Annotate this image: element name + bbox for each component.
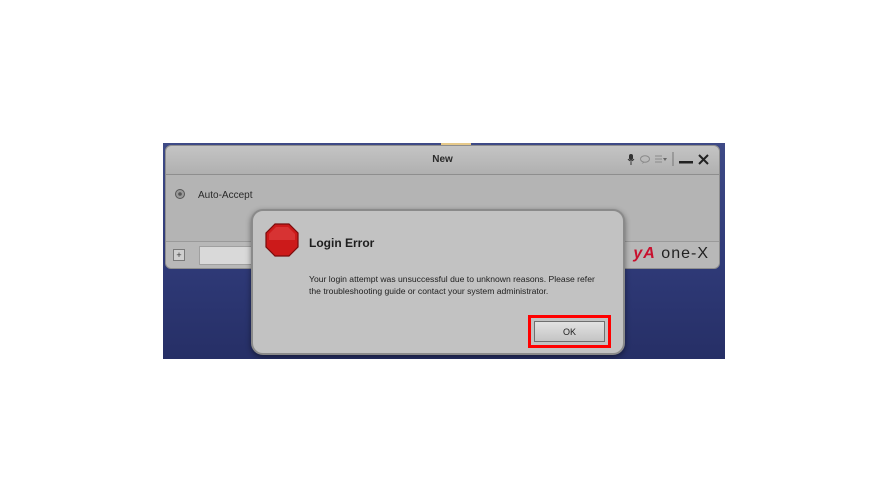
stop-icon <box>265 223 299 262</box>
dialog-message: Your login attempt was unsuccessful due … <box>309 274 595 296</box>
titlebar-controls <box>627 152 709 166</box>
minimize-icon[interactable] <box>679 154 693 164</box>
avaya-onex-logo: yA one-X <box>633 245 709 262</box>
add-button[interactable]: + <box>173 249 185 261</box>
ok-button-highlight: OK <box>528 315 611 348</box>
close-icon[interactable] <box>698 153 709 165</box>
titlebar-separator <box>672 152 674 166</box>
menu-dropdown-icon[interactable] <box>655 155 667 163</box>
microphone-icon[interactable] <box>627 153 635 165</box>
chat-bubble-icon[interactable] <box>640 154 650 164</box>
window-titlebar[interactable]: New <box>166 146 719 175</box>
auto-accept-label: Auto-Accept <box>198 190 253 201</box>
settings-icon[interactable] <box>174 188 186 203</box>
dialog-title: Login Error <box>309 236 375 250</box>
ok-button[interactable]: OK <box>534 321 605 342</box>
screenshot-area: New Auto-Accept + yA one-X Login Error Y… <box>163 143 725 359</box>
auto-accept-row[interactable]: Auto-Accept <box>174 188 252 203</box>
login-error-dialog: Login Error Your login attempt was unsuc… <box>251 209 625 355</box>
